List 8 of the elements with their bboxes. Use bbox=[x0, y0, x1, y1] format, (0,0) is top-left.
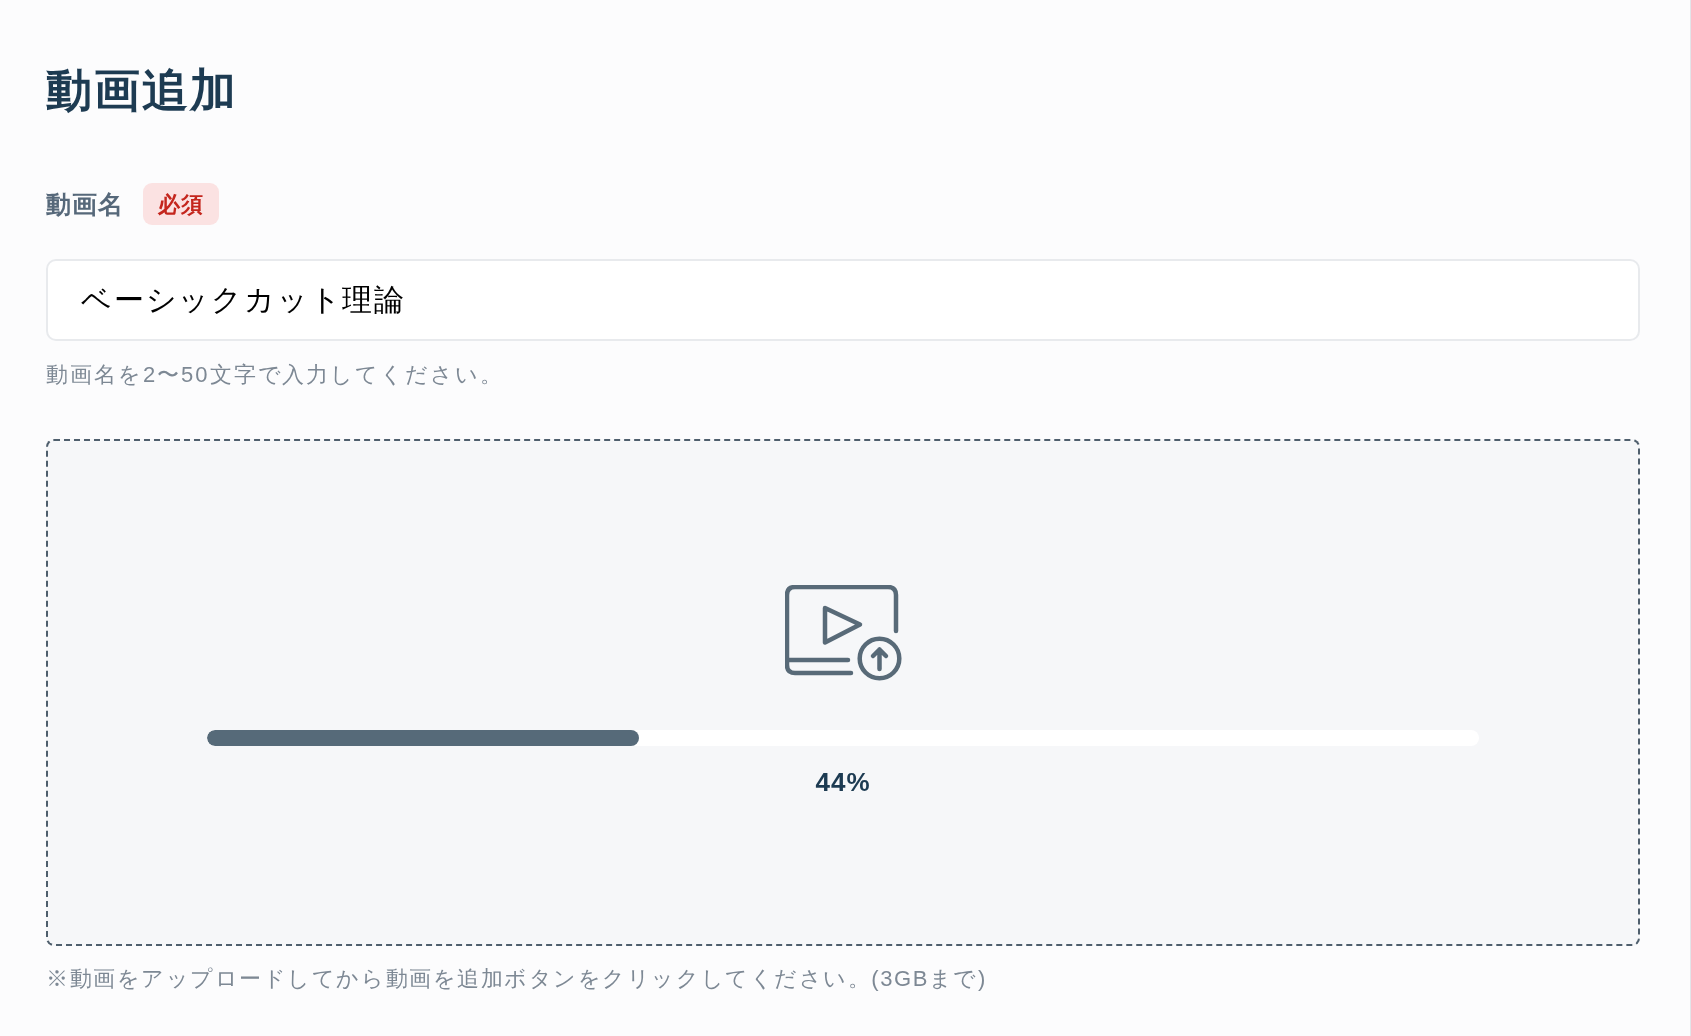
hint-text: 動画名を2〜50文字で入力してください。 bbox=[46, 361, 505, 389]
video-upload-icon bbox=[784, 585, 902, 681]
upload-note: ※動画をアップロードしてから動画を追加ボタンをクリックしてください。(3GBまで) bbox=[46, 965, 987, 993]
required-badge: 必須 bbox=[143, 183, 220, 225]
page-title: 動画追加 bbox=[46, 63, 238, 118]
input-field[interactable]: ベーシックカット理論 bbox=[46, 259, 1640, 341]
field-label: 動画名 bbox=[46, 189, 124, 220]
progress-percent: 44% bbox=[815, 766, 871, 799]
